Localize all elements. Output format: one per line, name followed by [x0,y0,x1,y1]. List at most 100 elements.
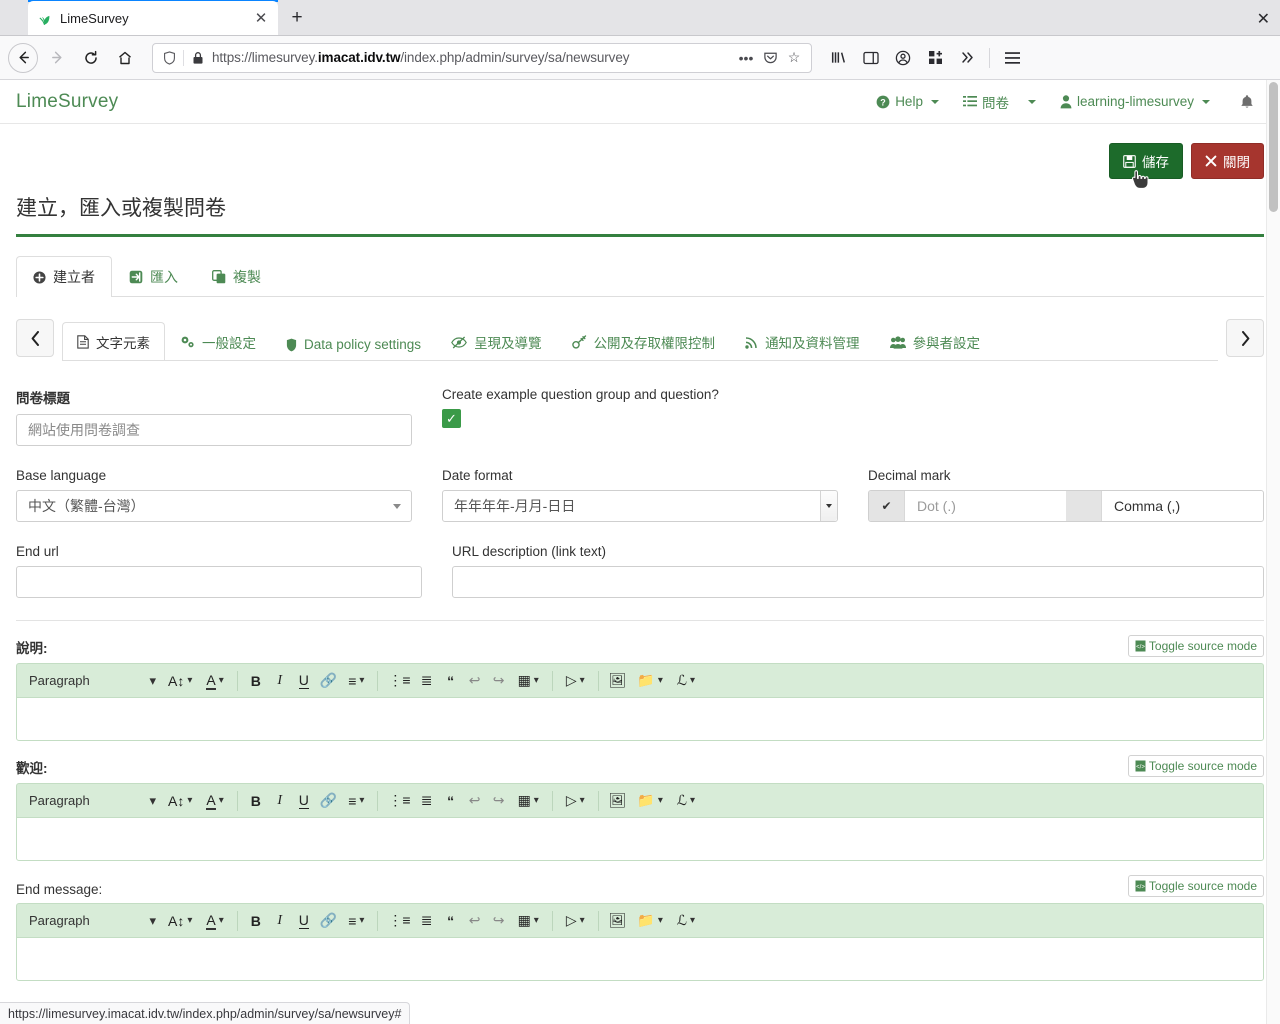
new-tab-button[interactable]: + [282,3,312,33]
table-icon[interactable]: ▦ ▾ [512,789,545,813]
blockquote-icon[interactable]: “ [440,909,462,933]
bold-icon[interactable]: B [245,669,267,693]
tab-create[interactable]: 建立者 [16,256,112,297]
nav-item-user[interactable]: learning-limesurvey [1048,88,1222,115]
window-close-button[interactable]: ✕ [1257,9,1270,29]
subtab-participants[interactable]: 參與者設定 [875,322,996,360]
app-brand[interactable]: LimeSurvey [16,91,118,113]
bold-icon[interactable]: B [245,909,267,933]
subtab-text-elements[interactable]: 文字元素 [62,322,165,360]
subtab-presentation[interactable]: 呈現及導覽 [436,322,557,360]
subtab-access-control[interactable]: 公開及存取權限控制 [557,322,731,360]
media-icon[interactable]: ▷ ▾ [560,789,591,813]
subtabs-scroll-right-button[interactable] [1226,319,1264,357]
example-question-checkbox[interactable]: ✓ [442,409,461,428]
undo-icon[interactable]: ↩ [464,789,486,813]
underline-icon[interactable]: U [293,669,315,693]
sidebar-icon[interactable] [856,43,886,73]
menu-icon[interactable] [997,43,1027,73]
align-icon[interactable]: ≡ ▾ [342,789,370,813]
font-size-icon[interactable]: A↕ ▾ [162,789,198,813]
numbered-list-icon[interactable]: ≣ [416,909,438,933]
home-icon[interactable] [110,43,140,73]
image-icon[interactable]: 🖼 [606,909,630,933]
base-language-select[interactable]: 中文（繁體-台灣） [16,490,412,522]
special-char-icon[interactable]: ℒ ▾ [671,669,701,693]
blockquote-icon[interactable]: “ [440,669,462,693]
subtab-general-settings[interactable]: 一般設定 [165,322,271,360]
undo-icon[interactable]: ↩ [464,909,486,933]
italic-icon[interactable]: I [269,909,291,933]
underline-icon[interactable]: U [293,789,315,813]
tab-close-icon[interactable]: ✕ [252,9,270,27]
paragraph-style-select[interactable]: Paragraph ▾ [25,913,160,929]
link-icon[interactable]: 🔗 [317,669,340,693]
reload-icon[interactable] [76,43,106,73]
font-color-icon[interactable]: A ▾ [200,669,229,693]
toggle-source-mode-button[interactable]: </> Toggle source mode [1127,755,1264,777]
back-icon[interactable] [8,42,38,73]
underline-icon[interactable]: U [293,909,315,933]
subtabs-scroll-left-button[interactable] [16,319,54,357]
media-icon[interactable]: ▷ ▾ [560,909,591,933]
toggle-source-mode-button[interactable]: </> Toggle source mode [1127,875,1264,897]
save-button[interactable]: 儲存 [1109,143,1183,179]
tab-copy[interactable]: 複製 [195,256,278,297]
browser-tab[interactable]: LimeSurvey ✕ [28,1,278,35]
table-icon[interactable]: ▦ ▾ [512,909,545,933]
image-icon[interactable]: 🖼 [606,789,630,813]
end-url-input[interactable] [16,566,422,598]
undo-icon[interactable]: ↩ [464,669,486,693]
blockquote-icon[interactable]: “ [440,789,462,813]
media-icon[interactable]: ▷ ▾ [560,669,591,693]
italic-icon[interactable]: I [269,669,291,693]
close-button[interactable]: 關閉 [1191,143,1264,179]
file-manager-icon[interactable]: 📁 ▾ [631,789,668,813]
paragraph-style-select[interactable]: Paragraph ▾ [25,673,160,689]
link-icon[interactable]: 🔗 [317,909,340,933]
table-icon[interactable]: ▦ ▾ [512,669,545,693]
editor-content-area[interactable] [16,937,1264,981]
subtab-notifications[interactable]: 通知及資料管理 [730,322,875,360]
editor-content-area[interactable] [16,817,1264,861]
bookmark-star-icon[interactable]: ☆ [783,47,805,69]
extensions-icon[interactable] [920,43,950,73]
page-actions-icon[interactable]: ••• [735,47,757,69]
redo-icon[interactable]: ↪ [488,789,510,813]
bullet-list-icon[interactable]: ⋮≡ [385,909,413,933]
align-icon[interactable]: ≡ ▾ [342,669,370,693]
font-size-icon[interactable]: A↕ ▾ [162,669,198,693]
numbered-list-icon[interactable]: ≣ [416,669,438,693]
survey-title-input[interactable]: 網站使用問卷調查 [16,414,412,446]
editor-content-area[interactable] [16,697,1264,741]
date-format-select[interactable]: 年年年年-月月-日日 [442,490,838,522]
library-icon[interactable] [824,43,854,73]
page-scrollbar[interactable] [1266,80,1280,1024]
nav-item-help[interactable]: ? Help [864,88,951,115]
padlock-icon[interactable] [188,48,208,68]
redo-icon[interactable]: ↪ [488,669,510,693]
link-icon[interactable]: 🔗 [317,789,340,813]
scrollbar-thumb[interactable] [1269,82,1278,212]
image-icon[interactable]: 🖼 [606,669,630,693]
nav-item-surveys[interactable]: 問卷 [951,86,1048,118]
special-char-icon[interactable]: ℒ ▾ [671,789,701,813]
account-icon[interactable] [888,43,918,73]
toggle-source-mode-button[interactable]: </> Toggle source mode [1127,635,1264,657]
url-bar[interactable]: https://limesurvey.imacat.idv.tw/index.p… [152,42,812,73]
font-color-icon[interactable]: A ▾ [200,789,229,813]
file-manager-icon[interactable]: 📁 ▾ [631,909,668,933]
overflow-icon[interactable] [952,43,982,73]
subtab-data-policy[interactable]: Data policy settings [271,327,436,360]
tab-import[interactable]: 匯入 [112,256,195,297]
url-text[interactable]: https://limesurvey.imacat.idv.tw/index.p… [208,50,733,65]
url-description-input[interactable] [452,566,1264,598]
special-char-icon[interactable]: ℒ ▾ [671,909,701,933]
align-icon[interactable]: ≡ ▾ [342,909,370,933]
bullet-list-icon[interactable]: ⋮≡ [385,669,413,693]
file-manager-icon[interactable]: 📁 ▾ [631,669,668,693]
bold-icon[interactable]: B [245,789,267,813]
decimal-mark-option-comma[interactable]: Comma (,) [1066,491,1263,521]
bullet-list-icon[interactable]: ⋮≡ [385,789,413,813]
decimal-mark-option-dot[interactable]: ✔ Dot (.) [869,491,1066,521]
